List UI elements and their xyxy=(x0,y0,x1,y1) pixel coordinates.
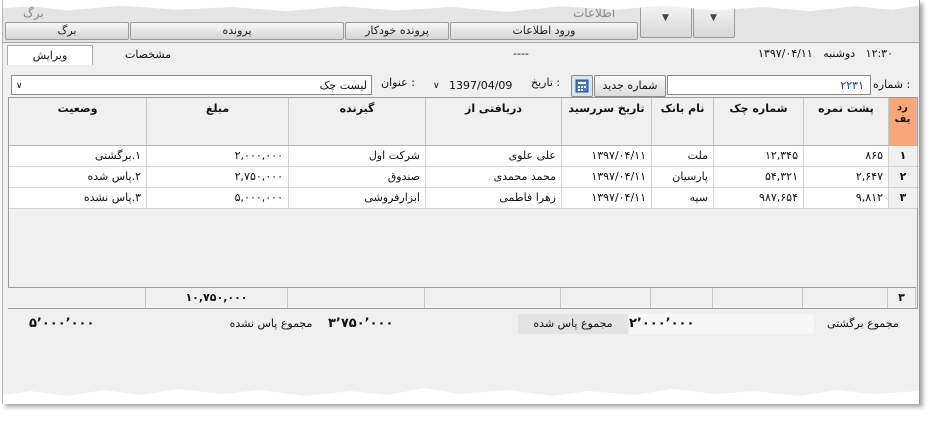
footer-cell xyxy=(803,288,888,308)
cell-bank[interactable]: پارسیان xyxy=(652,167,714,187)
cell-cheque[interactable]: ۹۸۷,۶۵۴ xyxy=(714,188,804,208)
unpassed-total-label: مجموع پاس نشده xyxy=(229,317,313,330)
cell-bank[interactable]: سپه xyxy=(652,188,714,208)
returned-total-label: مجموع برگشتی xyxy=(827,317,899,330)
date-time-info: ۱۲:۳۰ دوشنبه ۱۳۹۷/۰۴/۱۱ xyxy=(743,47,893,60)
number-label: شماره : xyxy=(873,78,911,91)
col-header-receiver[interactable]: گیرنده xyxy=(289,98,426,146)
cell-status[interactable]: ۲.پاس شده xyxy=(9,167,147,187)
cell-pusht[interactable]: ۸۶۵ xyxy=(804,146,889,166)
cell-pusht[interactable]: ۲,۶۴۷ xyxy=(804,167,889,187)
col-header-bank[interactable]: نام بانک xyxy=(652,98,714,146)
table-row[interactable]: ۱ ۸۶۵ ۱۲,۳۴۵ ملت ۱۳۹۷/۰۴/۱۱ علی علوی شرک… xyxy=(9,146,918,167)
date-label: تاریخ : xyxy=(531,76,561,89)
col-header-cheque[interactable]: شماره چک xyxy=(714,98,804,146)
day-text: دوشنبه xyxy=(823,47,856,60)
ribbon-faint-label: برگ xyxy=(23,6,44,20)
table-footer: ۳ ۱۰,۷۵۰,۰۰۰ xyxy=(8,287,916,308)
cell-receiver[interactable]: ابزارفروشی xyxy=(289,188,426,208)
cell-cheque[interactable]: ۱۲,۳۴۵ xyxy=(714,146,804,166)
title-select[interactable]: لیست چک ∨ xyxy=(11,75,372,95)
passed-total-label: مجموع پاس شده xyxy=(518,314,628,334)
passed-total-value: ۳٬۷۵۰٬۰۰۰ xyxy=(328,316,394,331)
table-row[interactable]: ۳ ۹,۸۱۲ ۹۸۷,۶۵۴ سپه ۱۳۹۷/۰۴/۱۱ زهرا فاطم… xyxy=(9,188,918,209)
ribbon-button-data-entry[interactable]: ورود اطلاعات xyxy=(450,22,638,40)
ribbon-button-barg[interactable]: برگ xyxy=(5,22,129,40)
ribbon-button-parvandeh[interactable]: پرونده xyxy=(130,22,344,40)
cell-pusht[interactable]: ۹,۸۱۲ xyxy=(804,188,889,208)
cell-amount[interactable]: ۵,۰۰۰,۰۰۰ xyxy=(147,188,289,208)
col-header-from[interactable]: دریافتی از xyxy=(426,98,562,146)
col-header-status[interactable]: وضعیت xyxy=(9,98,147,146)
ribbon-dropdown[interactable]: ▼ xyxy=(640,4,692,38)
new-number-button[interactable]: شماره جدید xyxy=(594,75,666,97)
cell-bank[interactable]: ملت xyxy=(652,146,714,166)
tab-strip: ویرایش مشخصات ---- ۱۲:۳۰ دوشنبه ۱۳۹۷/۰۴/… xyxy=(3,44,919,66)
title-label: عنوان : xyxy=(381,76,415,89)
cell-amount[interactable]: ۲,۰۰۰,۰۰۰ xyxy=(147,146,289,166)
footer-cell xyxy=(651,288,713,308)
calculator-icon[interactable] xyxy=(571,75,593,97)
cell-from[interactable]: علی علوی xyxy=(426,146,562,166)
app-window: برگ اطلاعات برگ پرونده پرونده خودکار ورو… xyxy=(2,0,920,404)
cheque-table: رد یف پشت نمره شماره چک نام بانک تاریخ س… xyxy=(8,97,918,309)
unpassed-total-value: ۵٬۰۰۰٬۰۰۰ xyxy=(29,316,95,331)
row-number: ۲ xyxy=(889,167,918,187)
footer-cell xyxy=(713,288,803,308)
cell-due[interactable]: ۱۳۹۷/۰۴/۱۱ xyxy=(562,188,652,208)
cell-receiver[interactable]: صندوق xyxy=(289,167,426,187)
footer-cell xyxy=(288,288,425,308)
chevron-down-icon: ▼ xyxy=(710,13,717,23)
date-text: ۱۳۹۷/۰۴/۱۱ xyxy=(758,47,813,60)
footer-count: ۳ xyxy=(888,288,916,308)
returned-total-value: ۲٬۰۰۰٬۰۰۰ xyxy=(629,314,814,334)
tab-edit[interactable]: ویرایش xyxy=(7,45,93,65)
cell-receiver[interactable]: شرکت اول xyxy=(289,146,426,166)
col-header-radif[interactable]: رد یف xyxy=(889,98,917,146)
footer-total: ۱۰,۷۵۰,۰۰۰ xyxy=(146,288,288,308)
cell-due[interactable]: ۱۳۹۷/۰۴/۱۱ xyxy=(562,146,652,166)
title-value: لیست چک xyxy=(319,79,367,92)
col-header-pusht[interactable]: پشت نمره xyxy=(804,98,889,146)
col-header-amount[interactable]: مبلغ xyxy=(147,98,289,146)
chevron-down-icon: ▼ xyxy=(662,13,669,23)
time-text: ۱۲:۳۰ xyxy=(865,47,893,60)
footer-cell xyxy=(425,288,561,308)
cell-status[interactable]: ۱.برگشتی xyxy=(9,146,147,166)
footer-cell xyxy=(561,288,651,308)
cell-status[interactable]: ۳.پاس نشده xyxy=(9,188,147,208)
date-value: 1397/04/09 xyxy=(449,79,513,92)
placeholder-dashes: ---- xyxy=(513,47,529,60)
cell-due[interactable]: ۱۳۹۷/۰۴/۱۱ xyxy=(562,167,652,187)
cell-from[interactable]: محمد محمدی xyxy=(426,167,562,187)
tab-specs[interactable]: مشخصات xyxy=(103,45,193,64)
ribbon-button-auto-file[interactable]: پرونده خودکار xyxy=(345,22,449,40)
cell-amount[interactable]: ۲,۷۵۰,۰۰۰ xyxy=(147,167,289,187)
chevron-down-icon: ∨ xyxy=(16,81,23,91)
col-header-due[interactable]: تاریخ سررسید xyxy=(562,98,652,146)
chevron-down-icon: ∨ xyxy=(433,81,440,91)
row-number: ۱ xyxy=(889,146,918,166)
row-number: ۳ xyxy=(889,188,918,208)
date-picker[interactable]: ∨ 1397/04/09 xyxy=(428,75,527,97)
cell-from[interactable]: زهرا فاطمی xyxy=(426,188,562,208)
footer-cell xyxy=(8,288,146,308)
number-field[interactable]: ۲۲۳۱ xyxy=(667,75,871,95)
torn-edge-bottom xyxy=(3,388,919,404)
table-row[interactable]: ۲ ۲,۶۴۷ ۵۴,۳۲۱ پارسیان ۱۳۹۷/۰۴/۱۱ محمد م… xyxy=(9,167,918,188)
cell-cheque[interactable]: ۵۴,۳۲۱ xyxy=(714,167,804,187)
